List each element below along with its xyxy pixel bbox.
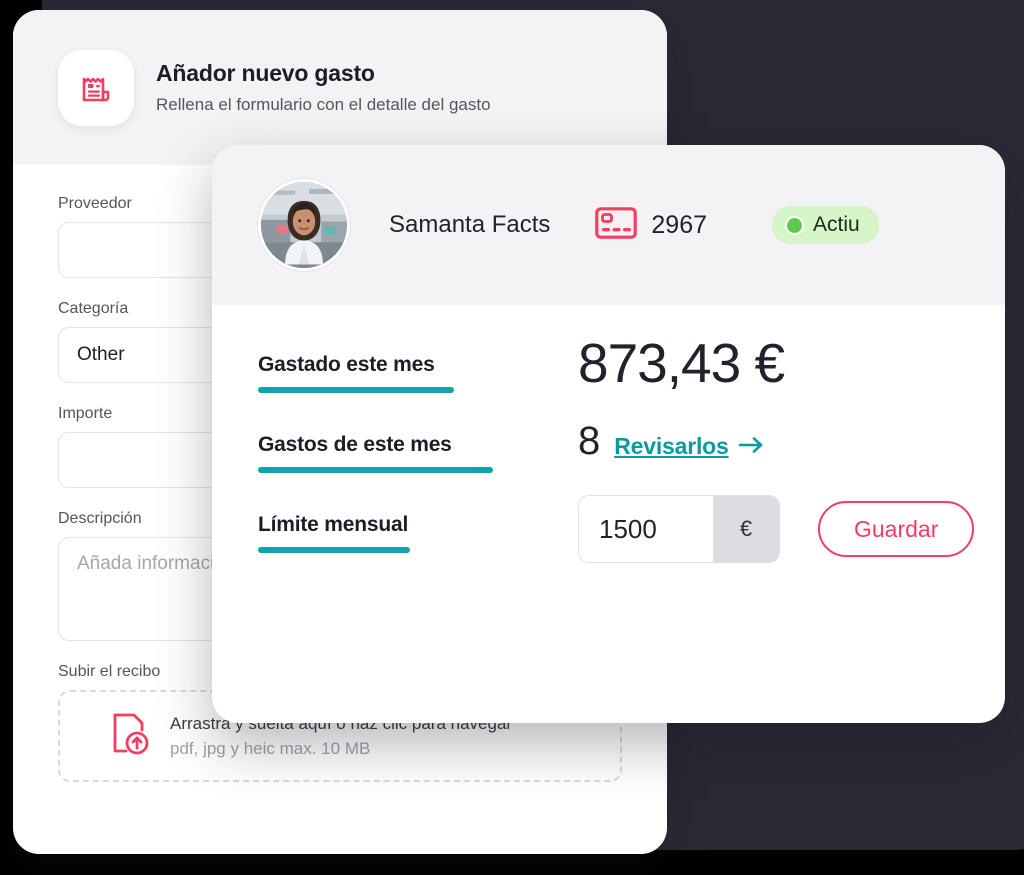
form-card-header: Añador nuevo gasto Rellena el formulario… (13, 10, 667, 165)
status-badge-label: Actiu (813, 213, 860, 236)
detail-card-body: Gastado este mes 873,43 € Gastos de este… (212, 305, 1005, 563)
limit-controls: 1500 € Guardar (578, 495, 975, 563)
stat-label-wrap-spent: Gastado este mes (258, 347, 578, 393)
file-upload-icon (108, 710, 152, 763)
review-expenses-link[interactable]: Revisarlos (614, 433, 763, 460)
expense-count-group: 8 Revisarlos (578, 421, 764, 461)
stat-label-spent: Gastado este mes (258, 353, 435, 376)
receipt-icon (58, 49, 134, 126)
stat-row-spent: Gastado este mes 873,43 € (212, 335, 1005, 393)
status-badge: Actiu (772, 206, 879, 244)
expense-count: 8 (578, 419, 601, 463)
card-number-group: 2967 (595, 206, 708, 244)
card-detail-overlay-card: Samanta Facts 2967 Actiu Gastado este me… (212, 145, 1005, 723)
stat-row-limit: Límite mensual 1500 € Guardar (212, 495, 1005, 563)
save-button[interactable]: Guardar (818, 501, 975, 557)
status-dot-green-icon (787, 217, 803, 233)
card-number: 2967 (651, 210, 708, 239)
form-header-texts: Añador nuevo gasto Rellena el formulario… (156, 60, 491, 115)
stat-label-expenses: Gastos de este mes (258, 433, 452, 456)
monthly-limit-input[interactable]: 1500 (579, 496, 713, 562)
stat-row-expenses: Gastos de este mes 8 Revisarlos (212, 421, 1005, 473)
review-expenses-label: Revisarlos (614, 433, 729, 459)
credit-card-icon (595, 206, 638, 244)
stat-label-limit: Límite mensual (258, 513, 409, 536)
stat-value-spent: 873,43 € (578, 332, 785, 394)
detail-card-header: Samanta Facts 2967 Actiu (212, 145, 1005, 305)
stat-underline-expenses (258, 467, 493, 473)
stat-underline-limit (258, 547, 410, 553)
monthly-limit-input-group[interactable]: 1500 € (578, 495, 780, 563)
screenshot-stage: Añador nuevo gasto Rellena el formulario… (0, 0, 1024, 875)
dropzone-hint-text: pdf, jpg y heic max. 10 MB (170, 738, 371, 758)
stat-label-wrap-limit: Límite mensual (258, 507, 578, 553)
currency-unit-label: € (713, 496, 779, 562)
page-subtitle: Rellena el formulario con el detalle del… (156, 95, 491, 114)
page-title: Añador nuevo gasto (156, 60, 375, 86)
arrow-right-icon (738, 433, 764, 460)
user-avatar-photo (258, 179, 350, 271)
stat-underline-spent (258, 387, 454, 393)
stat-label-wrap-expenses: Gastos de este mes (258, 427, 578, 473)
person-name: Samanta Facts (389, 211, 551, 238)
